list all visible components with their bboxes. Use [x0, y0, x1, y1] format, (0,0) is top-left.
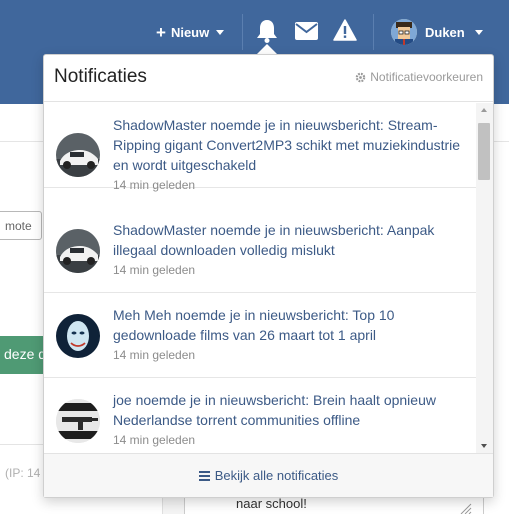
notification-time: 14 min geleden	[113, 263, 196, 277]
bell-icon[interactable]	[256, 19, 278, 43]
gear-icon	[355, 72, 366, 82]
scroll-down-icon[interactable]	[481, 444, 487, 448]
notifications-dropdown: Notificaties Notificatievoorkeuren Shado…	[43, 54, 494, 498]
plus-icon: +	[156, 22, 166, 42]
user-avatar	[391, 19, 417, 45]
preferences-label: Notificatievoorkeuren	[370, 70, 483, 84]
notifications-scrollbar[interactable]	[476, 103, 493, 453]
mote-button[interactable]: mote	[0, 211, 42, 240]
notification-item[interactable]: Meh Meh noemde je in nieuwsbericht: Top …	[44, 293, 476, 378]
notification-item[interactable]: ShadowMaster noemde je in nieuwsbericht:…	[44, 208, 476, 293]
user-name: Duken	[425, 24, 465, 40]
warning-icon[interactable]	[333, 19, 357, 41]
notifications-title: Notificaties	[54, 66, 147, 87]
car-avatar	[56, 229, 100, 273]
envelope-icon[interactable]	[295, 22, 318, 40]
ip-text: (IP: 14	[5, 466, 41, 480]
notification-time: 14 min geleden	[113, 348, 196, 362]
caret-down-icon	[216, 29, 225, 35]
caret-down-icon	[474, 29, 483, 35]
new-menu-button[interactable]: + Nieuw	[156, 22, 225, 42]
reply-textarea[interactable]	[184, 497, 484, 514]
view-all-notifications-link[interactable]: Bekijk alle notificaties	[44, 453, 493, 497]
notification-text[interactable]: joe noemde je in nieuwsbericht: Brein ha…	[113, 390, 468, 430]
scroll-thumb[interactable]	[478, 123, 490, 180]
resize-handle-icon[interactable]	[460, 503, 474, 514]
notification-time: 14 min geleden	[113, 433, 196, 447]
action-button[interactable]: deze d	[0, 336, 44, 374]
view-all-label: Bekijk alle notificaties	[214, 468, 339, 483]
notifications-list[interactable]: ShadowMaster noemde je in nieuwsbericht:…	[44, 103, 476, 453]
car-avatar	[56, 133, 100, 177]
notification-item[interactable]: joe noemde je in nieuwsbericht: Brein ha…	[44, 378, 476, 453]
mask-avatar	[56, 314, 100, 358]
gun-avatar	[56, 399, 100, 443]
notification-text[interactable]: ShadowMaster noemde je in nieuwsbericht:…	[113, 220, 468, 260]
notification-text[interactable]: ShadowMaster noemde je in nieuwsbericht:…	[113, 115, 468, 175]
notification-item[interactable]: ShadowMaster noemde je in nieuwsbericht:…	[44, 103, 476, 192]
list-icon	[198, 470, 210, 481]
user-menu[interactable]: Duken	[391, 18, 483, 46]
scroll-up-icon[interactable]	[481, 108, 487, 112]
notification-text[interactable]: Meh Meh noemde je in nieuwsbericht: Top …	[113, 305, 468, 345]
nav-divider	[242, 14, 243, 50]
textarea-content: naar school!	[236, 496, 307, 511]
new-menu-label: Nieuw	[170, 24, 210, 40]
notification-preferences-link[interactable]: Notificatievoorkeuren	[355, 70, 483, 84]
nav-divider	[373, 14, 374, 50]
notifications-header: Notificaties Notificatievoorkeuren	[44, 55, 493, 102]
notification-time: 14 min geleden	[113, 178, 196, 192]
